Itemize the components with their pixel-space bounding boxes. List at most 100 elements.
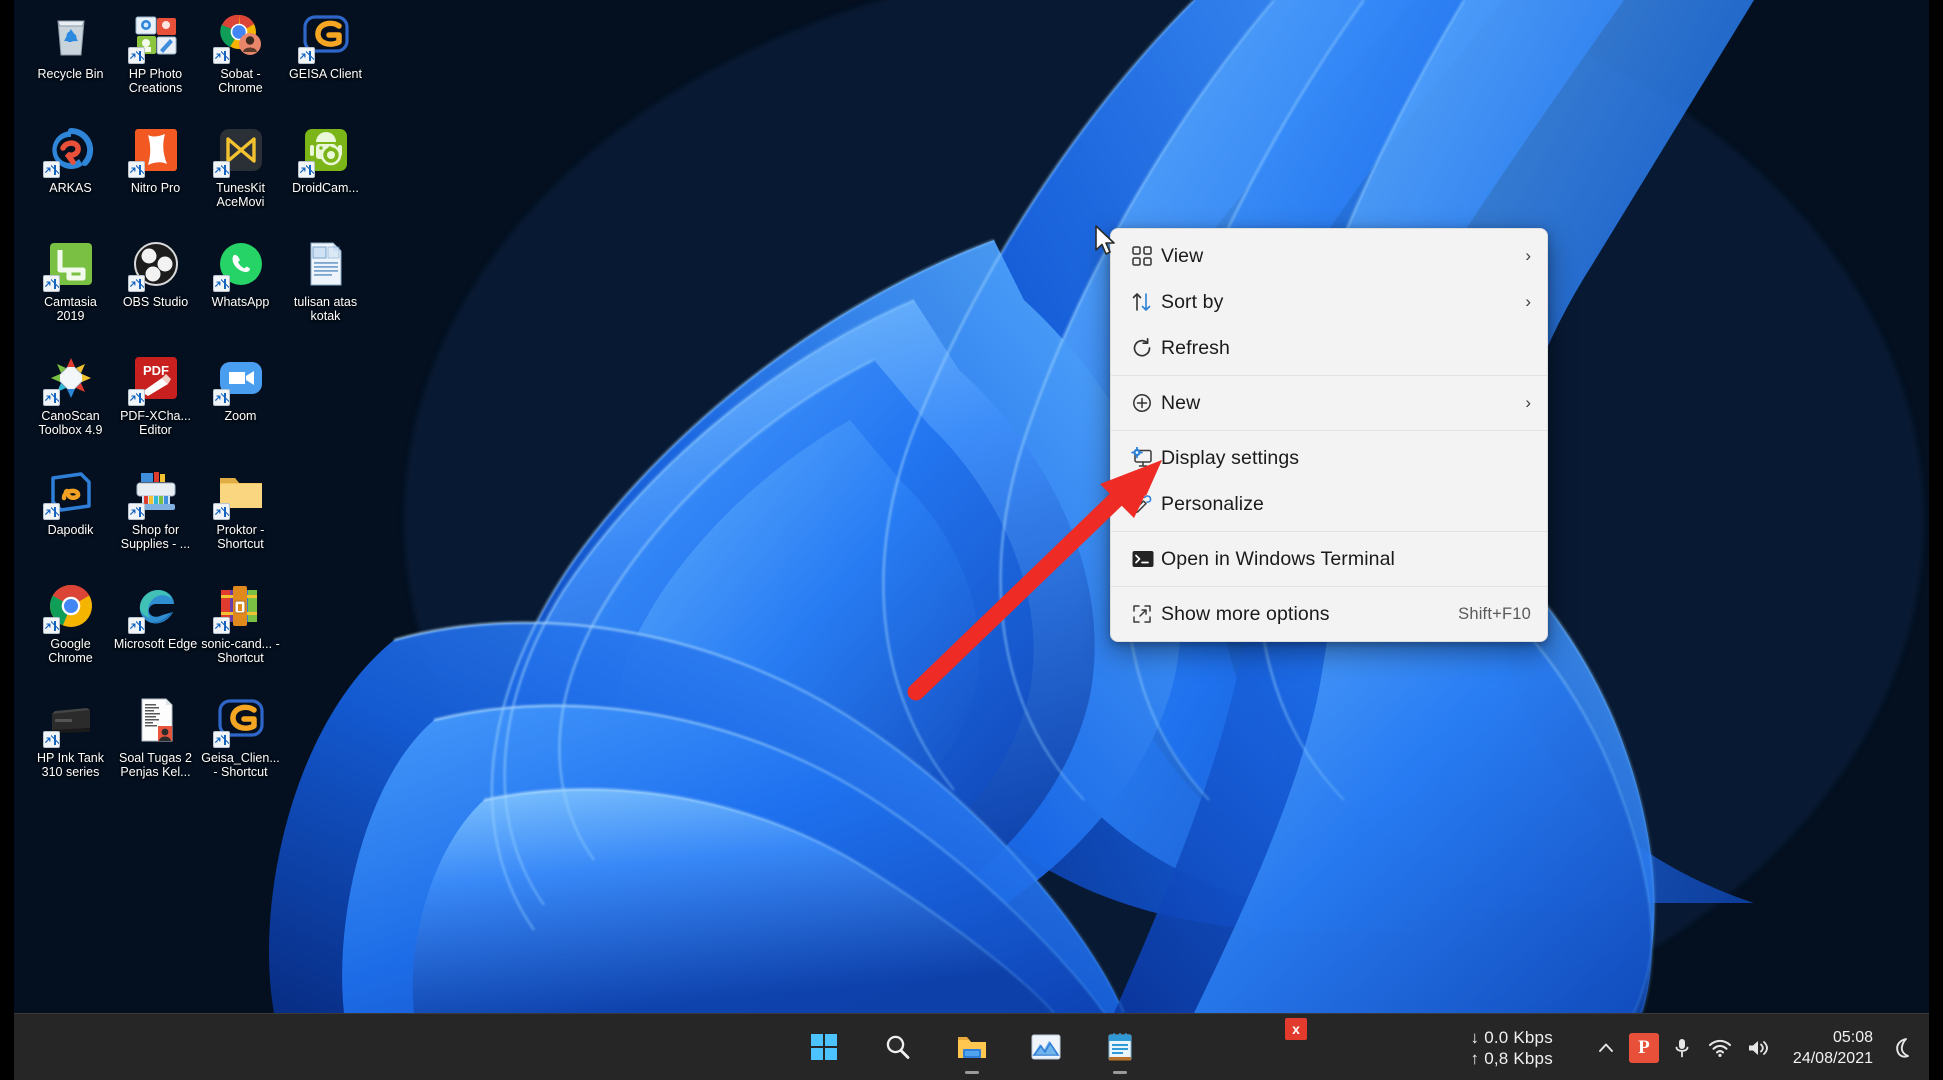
desktop-icon-camtasia-2019[interactable]: Camtasia 2019 (28, 232, 113, 346)
desktop-icon-label: Shop for Supplies - ... (120, 523, 191, 551)
desktop-icon-sonic-cand-shortcut[interactable]: sonic-cand... - Shortcut (198, 574, 283, 688)
shortcut-overlay-icon (127, 503, 145, 520)
context-menu-separator (1111, 531, 1547, 532)
desktop-icon-arkas[interactable]: ARKAS (28, 118, 113, 232)
printer-supplies-icon (127, 466, 182, 520)
tray-show-hidden-icons-button[interactable] (1587, 1024, 1625, 1072)
shortcut-overlay-icon (212, 503, 230, 520)
desktop-surface[interactable]: Recycle Bin HP Photo Creations Sobat - C… (14, 0, 1929, 1013)
desktop-icon-tuneskit-acemovi[interactable]: TunesKit AceMovi (198, 118, 283, 232)
desktop-icon-shop-for-supplies[interactable]: Shop for Supplies - ... (113, 460, 198, 574)
context-menu-item-label: Refresh (1161, 336, 1230, 359)
desktop-icon-hp-ink-tank-310-series[interactable]: HP Ink Tank 310 series (28, 688, 113, 802)
shortcut-overlay-icon (42, 389, 60, 406)
arkas-icon (42, 124, 97, 178)
desktop-icon-proktor-shortcut[interactable]: Proktor - Shortcut (198, 460, 283, 574)
desktop-icon-label: Recycle Bin (37, 67, 104, 81)
new-plus-icon (1133, 394, 1151, 412)
shortcut-overlay-icon (42, 161, 60, 178)
network-download-line: ↓ 0.0 Kbps (1471, 1027, 1553, 1048)
desktop-icon-recycle-bin[interactable]: Recycle Bin (28, 4, 113, 118)
desktop-icon-label: sonic-cand... - Shortcut (201, 637, 280, 665)
desktop-icon-pdf-xcha-editor[interactable]: PDF PDF-XCha... Editor (113, 346, 198, 460)
context-menu-item-open-in-windows-terminal[interactable]: Open in Windows Terminal (1111, 536, 1547, 582)
desktop-context-menu[interactable]: View › Sort by › Refresh New › Display sett… (1110, 228, 1548, 642)
taskbar[interactable]: ↓ 0.0 Kbps ↑ 0,8 Kbps P 05:08 24/08/2021 (14, 1013, 1929, 1080)
desktop-icon-nitro-pro[interactable]: Nitro Pro (113, 118, 198, 232)
upload-speed-value: 0,8 Kbps (1484, 1048, 1553, 1068)
shortcut-overlay-icon (212, 275, 230, 292)
context-menu-item-view[interactable]: View › (1111, 233, 1547, 279)
download-arrow-icon: ↓ (1470, 1027, 1480, 1047)
desktop-icon-microsoft-edge[interactable]: Microsoft Edge (113, 574, 198, 688)
show-more-icon (1133, 605, 1151, 623)
taskbar-right-region: ↓ 0.0 Kbps ↑ 0,8 Kbps P 05:08 24/08/2021 (1471, 1014, 1922, 1080)
desktop-icon-label: CanoScan Toolbox 4.9 (38, 409, 103, 437)
personalize-icon (1133, 495, 1152, 514)
chevron-up-icon (1598, 1043, 1613, 1052)
tuneskit-acemovi-icon (212, 124, 267, 178)
desktop-icon-sobat-chrome[interactable]: Sobat - Chrome (198, 4, 283, 118)
tray-network-button[interactable] (1701, 1024, 1739, 1072)
desktop-icon-canoscan-toolbox-4-9[interactable]: CanoScan Toolbox 4.9 (28, 346, 113, 460)
shortcut-overlay-icon (127, 389, 145, 406)
taskbar-file-explorer-button[interactable] (948, 1023, 996, 1074)
desktop-icon-label: Camtasia 2019 (44, 295, 97, 323)
desktop-icon-geisa-clien-shortcut[interactable]: Geisa_Clien... - Shortcut (198, 688, 283, 802)
desktop-icon-label: HP Ink Tank 310 series (37, 751, 104, 779)
hp-photo-creations-icon (127, 10, 182, 64)
shortcut-overlay-icon (297, 161, 315, 178)
taskbar-photos-button[interactable] (1022, 1023, 1070, 1071)
desktop-icon-label: Nitro Pro (130, 181, 181, 195)
canoscan-toolbox-icon (42, 352, 97, 406)
desktop-icon-google-chrome[interactable]: Google Chrome (28, 574, 113, 688)
shortcut-overlay-icon (212, 731, 230, 748)
context-menu-item-sort-by[interactable]: Sort by › (1111, 279, 1547, 325)
desktop-icon-label: Microsoft Edge (113, 637, 198, 651)
desktop-icon-whatsapp[interactable]: WhatsApp (198, 232, 283, 346)
desktop-icon-label: Sobat - Chrome (218, 67, 263, 95)
taskbar-running-indicator (964, 1071, 979, 1074)
terminal-icon (1125, 544, 1161, 574)
desktop-icon-droidcam[interactable]: DroidCam... (283, 118, 368, 232)
desktop-icon-obs-studio[interactable]: OBS Studio (113, 232, 198, 346)
desktop-icon-geisa-client[interactable]: GEISA Client (283, 4, 368, 118)
download-speed-value: 0.0 Kbps (1484, 1027, 1553, 1047)
desktop-icon-label: PDF-XCha... Editor (120, 409, 191, 437)
context-menu-item-label: Sort by (1161, 290, 1224, 313)
desktop-icon-label: WhatsApp (211, 295, 270, 309)
taskbar-clock[interactable]: 05:08 24/08/2021 (1793, 1027, 1873, 1069)
context-menu-item-refresh[interactable]: Refresh (1111, 325, 1547, 371)
bezel-left (0, 0, 14, 1080)
desktop-icon-dapodik[interactable]: Dapodik (28, 460, 113, 574)
context-menu-item-personalize[interactable]: Personalize (1111, 481, 1547, 527)
chevron-right-icon: › (1525, 246, 1531, 265)
winrar-archive-icon (212, 580, 267, 634)
desktop-icon-label: Proktor - Shortcut (216, 523, 265, 551)
taskbar-search-button[interactable] (874, 1023, 922, 1071)
desktop-icon-zoom[interactable]: Zoom (198, 346, 283, 460)
desktop-icon-hp-photo-creations[interactable]: HP Photo Creations (113, 4, 198, 118)
desktop-icon-label: Dapodik (47, 523, 94, 537)
desktop-icon-label: Zoom (224, 409, 257, 423)
taskbar-start-button[interactable] (800, 1023, 848, 1071)
notification-center-button[interactable] (1883, 1024, 1921, 1072)
moon-do-not-disturb-icon (1896, 1037, 1909, 1058)
network-speed-monitor[interactable]: ↓ 0.0 Kbps ↑ 0,8 Kbps (1471, 1027, 1553, 1069)
search-icon (886, 1035, 909, 1059)
context-menu-item-show-more-options[interactable]: Show more options Shift+F10 (1111, 591, 1547, 637)
desktop-icon-label: Soal Tugas 2 Penjas Kel... (119, 751, 192, 779)
desktop-icon-soal-tugas-2-penjas-kel[interactable]: Soal Tugas 2 Penjas Kel... (113, 688, 198, 802)
tray-p-app-button[interactable]: P (1625, 1024, 1663, 1072)
context-menu-item-new[interactable]: New › (1111, 380, 1547, 426)
taskbar-notepad-button[interactable] (1096, 1023, 1144, 1074)
tray-volume-button[interactable] (1739, 1024, 1777, 1072)
tray-error-badge[interactable]: x (1285, 1018, 1307, 1040)
refresh-icon (1125, 333, 1161, 363)
desktop-icon-tulisan-atas-kotak[interactable]: tulisan atas kotak (283, 232, 368, 346)
tray-microphone-button[interactable] (1663, 1024, 1701, 1072)
context-menu-item-label: Show more options (1161, 602, 1330, 625)
desktop-icon-label: ARKAS (49, 181, 92, 195)
shortcut-overlay-icon (42, 275, 60, 292)
context-menu-item-display-settings[interactable]: Display settings (1111, 435, 1547, 481)
